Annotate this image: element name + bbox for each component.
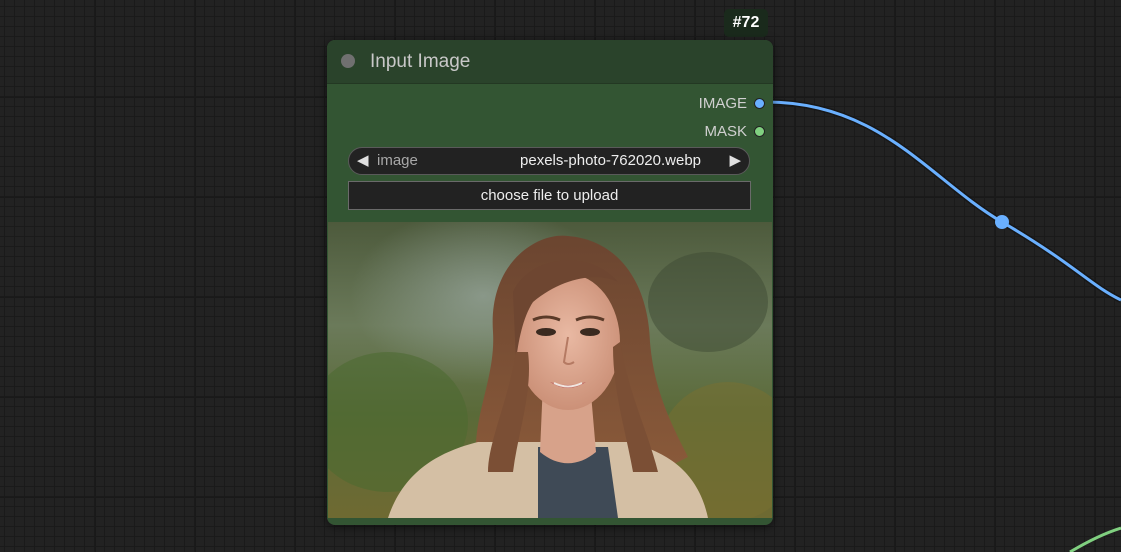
combo-label: image — [377, 152, 418, 169]
combo-next-arrow-icon[interactable]: ▶ — [729, 151, 741, 171]
node-title: Input Image — [370, 51, 471, 72]
output-image-dot-icon[interactable] — [754, 97, 765, 109]
node-id-badge: #72 — [724, 9, 768, 37]
output-slot-mask-label: MASK — [704, 122, 747, 140]
image-link-wire[interactable] — [761, 98, 1121, 303]
combo-value[interactable]: pexels-photo-762020.webp — [520, 152, 701, 170]
input-image-node[interactable]: Input Image IMAGE MASK ◀ image pexels-ph… — [327, 40, 773, 525]
portrait-photo-icon — [328, 222, 772, 518]
image-link-wire-line[interactable] — [761, 100, 1121, 302]
output-slot-image-label: IMAGE — [698, 94, 747, 112]
image-preview — [328, 222, 772, 518]
node-title-bar[interactable]: Input Image — [327, 40, 773, 84]
upload-file-button[interactable]: choose file to upload — [348, 181, 751, 210]
output-slot-image[interactable]: IMAGE — [699, 93, 765, 113]
link-midpoint-handle[interactable] — [995, 215, 1009, 229]
node-graph-canvas[interactable]: #72 Input Image IMAGE MASK ◀ image pexel… — [0, 0, 1121, 552]
output-slot-mask[interactable]: MASK — [704, 121, 765, 141]
combo-prev-arrow-icon[interactable]: ◀ — [357, 151, 369, 171]
image-combo-widget[interactable]: ◀ image pexels-photo-762020.webp ▶ — [348, 147, 750, 175]
collapse-toggle-icon[interactable] — [341, 54, 355, 68]
output-mask-dot-icon[interactable] — [754, 125, 765, 137]
mask-link-wire[interactable] — [1069, 526, 1121, 552]
